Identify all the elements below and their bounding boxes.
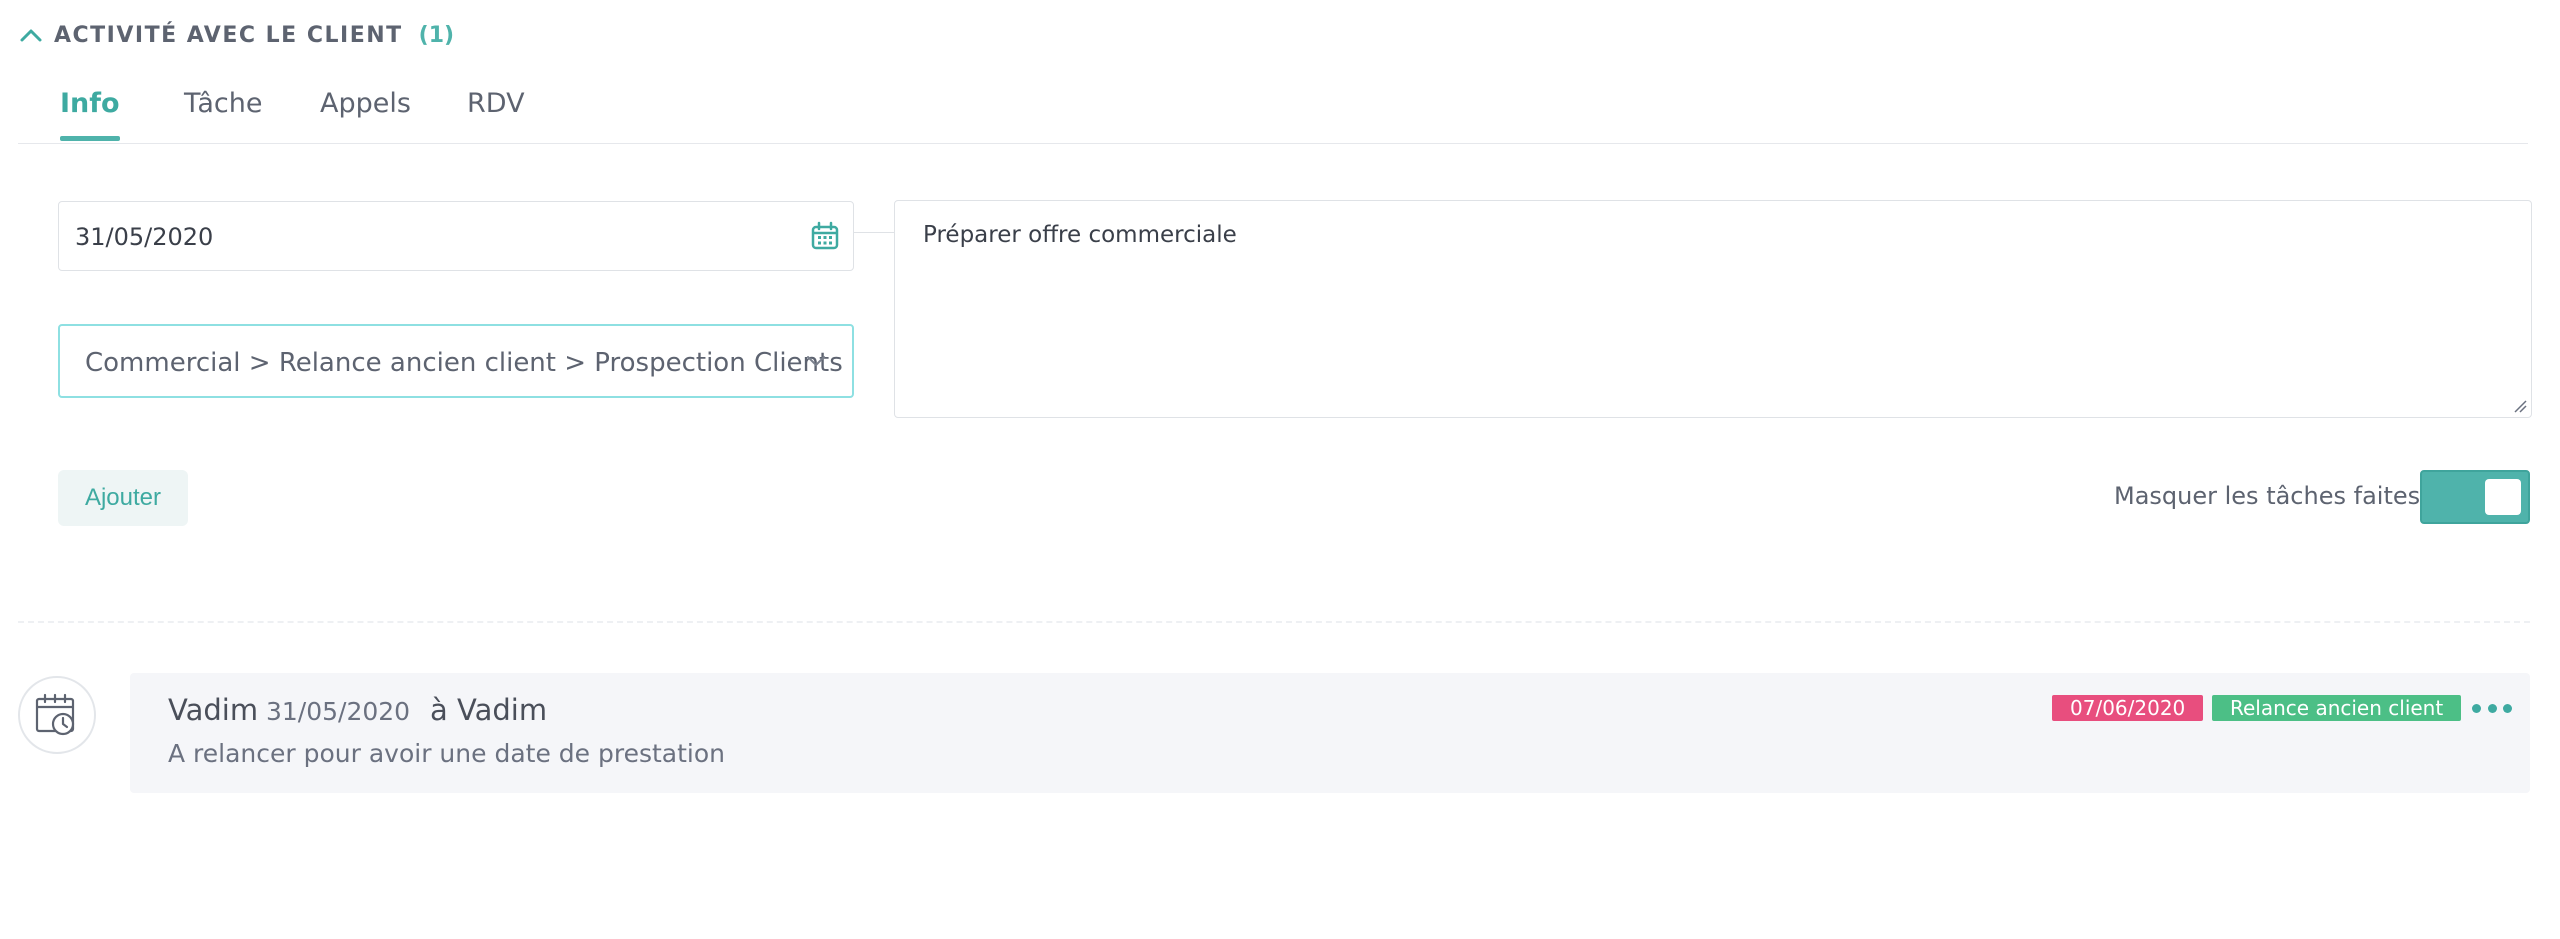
field-connector (854, 232, 894, 233)
section-count: (1) (418, 22, 455, 48)
tab-info[interactable]: Info (60, 88, 120, 119)
tab-rdv[interactable]: RDV (467, 88, 525, 119)
chevron-up-icon[interactable] (18, 25, 44, 45)
resize-handle-icon[interactable] (2513, 399, 2527, 413)
more-dot-icon (2472, 703, 2481, 713)
activity-tabs: Info Tâche Appels RDV (18, 78, 2528, 144)
calendar-clock-icon (35, 693, 75, 736)
chevron-down-icon (807, 356, 825, 366)
category-select-value: Commercial > Relance ancien client > Pro… (85, 348, 843, 378)
calendar-icon[interactable] (809, 220, 841, 252)
card-author: Vadim (168, 693, 259, 727)
hide-done-toggle[interactable] (2420, 470, 2530, 524)
note-text: Préparer offre commerciale (923, 222, 1237, 248)
more-dot-icon (2503, 703, 2512, 713)
more-dot-icon (2487, 703, 2497, 713)
dashed-divider (18, 621, 2530, 623)
due-date-badge: 07/06/2020 (2052, 695, 2204, 721)
date-value: 31/05/2020 (75, 223, 214, 251)
card-recipient: à Vadim (430, 693, 548, 727)
hide-done-label: Masquer les tâches faites (2114, 482, 2421, 510)
more-options-button[interactable] (2472, 695, 2512, 721)
category-select[interactable]: Commercial > Relance ancien client > Pro… (58, 324, 854, 398)
note-textarea[interactable]: Préparer offre commerciale (894, 200, 2532, 418)
card-description: A relancer pour avoir une date de presta… (168, 739, 725, 768)
toggle-knob (2485, 479, 2521, 515)
add-button-label: Ajouter (84, 484, 162, 511)
tab-tache[interactable]: Tâche (184, 88, 262, 119)
section-header[interactable]: ACTIVITÉ AVEC LE CLIENT (1) (18, 18, 454, 52)
tab-appels[interactable]: Appels (320, 88, 411, 119)
active-tab-indicator (60, 136, 120, 141)
date-input[interactable]: 31/05/2020 (58, 201, 854, 271)
timeline-card[interactable]: Vadim 31/05/2020 à Vadim A relancer pour… (130, 673, 2530, 793)
card-date: 31/05/2020 (266, 697, 411, 726)
type-badge: Relance ancien client (2212, 695, 2462, 721)
timeline-marker (18, 676, 96, 754)
add-button[interactable]: Ajouter (58, 470, 188, 526)
section-title: ACTIVITÉ AVEC LE CLIENT (54, 22, 403, 48)
